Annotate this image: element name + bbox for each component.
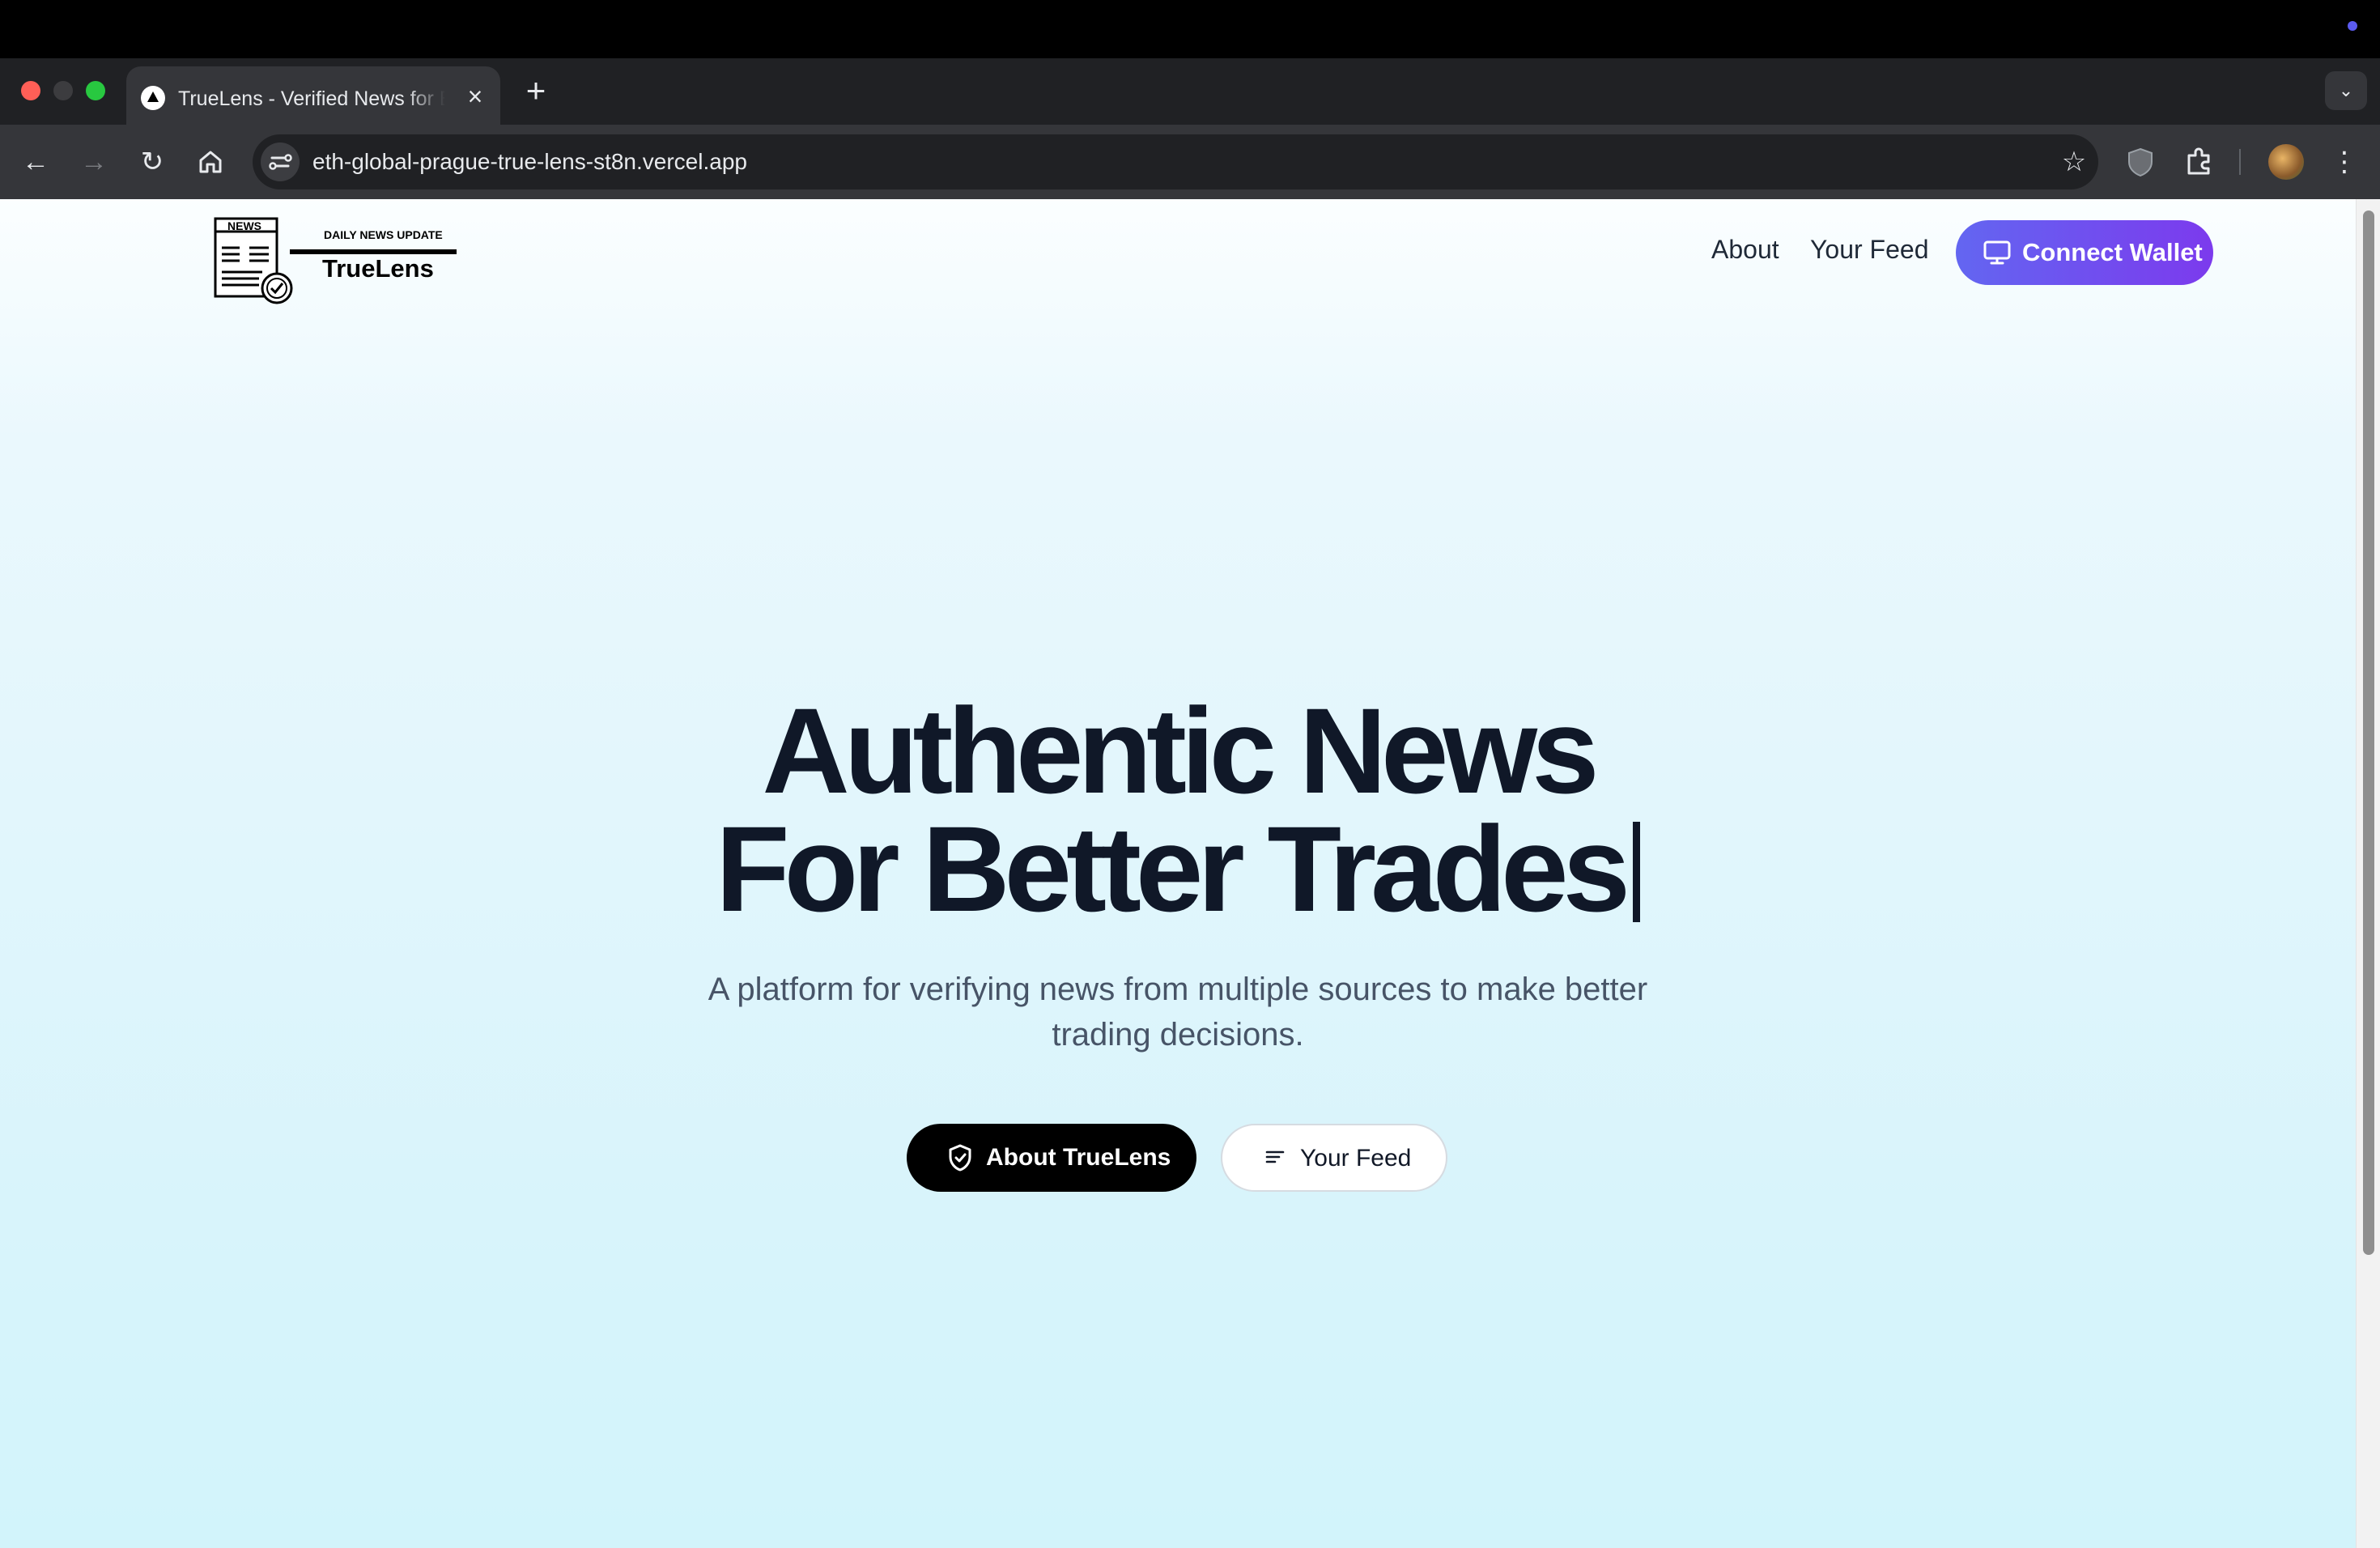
back-icon[interactable]: ← [16, 142, 55, 181]
typing-cursor [1633, 822, 1641, 922]
about-truelens-button[interactable]: About TrueLens [907, 1124, 1196, 1192]
shield-check-icon [949, 1144, 971, 1172]
connect-wallet-label: Connect Wallet [2022, 238, 2203, 266]
window-close-button[interactable] [21, 81, 40, 100]
connect-wallet-button[interactable]: Connect Wallet [1956, 220, 2213, 285]
browser-tab-active[interactable]: TrueLens - Verified News for Better Trad… [126, 66, 500, 125]
about-truelens-label: About TrueLens [986, 1144, 1171, 1171]
monitor-icon [1983, 240, 2011, 265]
status-dot-icon [2348, 21, 2357, 31]
window-zoom-button[interactable] [86, 81, 105, 100]
hero-title-line-2: For Better Trades [715, 801, 1630, 937]
shield-extension-icon[interactable] [2123, 144, 2158, 180]
os-menubar [0, 0, 2380, 58]
logo-badge-text: NEWS [227, 219, 261, 232]
list-lines-icon [1265, 1150, 1285, 1163]
tab-title: TrueLens - Verified News for Better Trad… [178, 87, 445, 110]
reload-icon[interactable]: ↻ [133, 142, 172, 181]
nav-about-link[interactable]: About [1711, 233, 1779, 266]
hero-title: Authentic News For Better Trades [0, 683, 2356, 929]
tab-close-icon[interactable]: × [461, 83, 489, 110]
new-tab-button[interactable]: + [518, 73, 554, 108]
extensions-icon[interactable] [2181, 144, 2216, 180]
more-menu-icon[interactable]: ⋮ [2327, 144, 2362, 180]
page-scrollbar[interactable] [2356, 199, 2380, 1548]
page-viewport: NEWS DAILY NEWS UPDATE TrueLens About Yo… [0, 199, 2356, 1548]
toolbar-divider [2239, 149, 2241, 175]
profile-avatar[interactable] [2268, 144, 2304, 180]
url-text[interactable]: eth-global-prague-true-lens-st8n.vercel.… [312, 147, 747, 176]
your-feed-label: Your Feed [1300, 1145, 1412, 1172]
tab-search-icon[interactable]: ⌄ [2325, 71, 2367, 110]
logo-tagline: DAILY NEWS UPDATE [324, 228, 443, 241]
hero-subtitle: A platform for verifying news from multi… [708, 972, 1648, 1053]
window-minimize-button[interactable] [53, 81, 73, 100]
your-feed-button[interactable]: Your Feed [1221, 1124, 1447, 1192]
site-info-icon[interactable] [261, 142, 300, 181]
scrollbar-thumb[interactable] [2363, 211, 2374, 1255]
bookmark-star-icon[interactable]: ☆ [2058, 146, 2090, 178]
hero-title-line-1: Authentic News [762, 683, 1599, 819]
logo-name: TrueLens [322, 254, 434, 283]
address-bar[interactable]: eth-global-prague-true-lens-st8n.vercel.… [253, 134, 2098, 189]
home-icon[interactable] [191, 142, 230, 181]
site-favicon-icon [141, 86, 165, 110]
forward-icon[interactable]: → [74, 142, 113, 181]
nav-your-feed-link[interactable]: Your Feed [1810, 233, 1928, 266]
